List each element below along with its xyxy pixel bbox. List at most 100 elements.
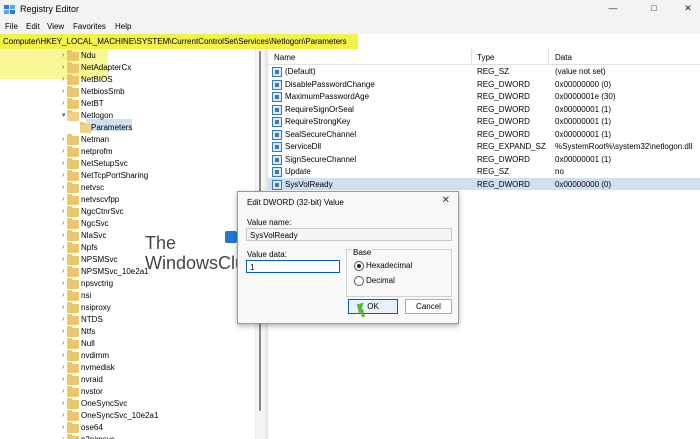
folder-icon bbox=[67, 386, 79, 397]
column-name[interactable]: Name bbox=[274, 53, 295, 62]
value-data: 0x00000001 (1) bbox=[555, 104, 612, 114]
tree-item-nsi[interactable]: › nsi bbox=[0, 290, 255, 302]
tree-item-ngcsvc[interactable]: › NgcSvc bbox=[0, 218, 255, 230]
value-type: REG_EXPAND_SZ bbox=[477, 142, 546, 151]
menu-favorites[interactable]: Favorites bbox=[73, 22, 106, 31]
tree-item-netman[interactable]: › Netman bbox=[0, 134, 255, 146]
tree-item-label: OneSyncSvc bbox=[81, 399, 128, 408]
tree-item-ose64[interactable]: › ose64 bbox=[0, 422, 255, 434]
folder-icon bbox=[67, 326, 79, 337]
menu-view[interactable]: View bbox=[47, 22, 64, 31]
address-bar[interactable]: Computer\HKEY_LOCAL_MACHINE\SYSTEM\Curre… bbox=[0, 34, 700, 50]
tree-item-label: nsi bbox=[81, 291, 92, 300]
close-button[interactable]: ✕ bbox=[681, 3, 695, 15]
tree-item-nvmedisk[interactable]: › nvmedisk bbox=[0, 362, 255, 374]
tree-item-ndu[interactable]: › Ndu bbox=[0, 50, 255, 62]
value-row[interactable]: SysVolReady REG_DWORD 0x00000000 (0) bbox=[268, 177, 700, 190]
folder-icon bbox=[67, 278, 79, 289]
title-bar: Registry Editor — □ ✕ bbox=[0, 0, 700, 19]
value-row[interactable]: DisablePasswordChange REG_DWORD 0x00000000… bbox=[268, 78, 700, 90]
folder-icon bbox=[67, 254, 79, 265]
folder-icon bbox=[67, 170, 79, 181]
value-row[interactable]: SealSecureChannel REG_DWORD 0x00000001 (1) bbox=[268, 128, 700, 140]
maximize-button[interactable]: □ bbox=[647, 3, 661, 15]
value-row[interactable]: (Default) REG_SZ (value not set) bbox=[268, 65, 700, 77]
folder-icon bbox=[67, 410, 79, 421]
value-row[interactable]: RequireSignOrSeal REG_DWORD 0x00000001 (1) bbox=[268, 103, 700, 115]
tree-item-netadaptercx[interactable]: › NetAdapterCx bbox=[0, 62, 255, 74]
tree-item-netbios[interactable]: › NetBIOS bbox=[0, 74, 255, 86]
tree-item-null[interactable]: › Null bbox=[0, 338, 255, 350]
menu-help[interactable]: Help bbox=[115, 22, 131, 31]
column-separator[interactable] bbox=[471, 49, 472, 64]
column-separator[interactable] bbox=[548, 49, 549, 64]
tree-item-label: nsiproxy bbox=[81, 303, 111, 312]
tree-item-parameters[interactable]: Parameters bbox=[0, 122, 255, 134]
tree-item-p2pimsvc[interactable]: ›p2pimsvc bbox=[0, 434, 255, 439]
minimize-button[interactable]: — bbox=[606, 3, 620, 15]
value-data-input[interactable]: 1 bbox=[246, 260, 340, 273]
value-row[interactable]: ServiceDll REG_EXPAND_SZ %SystemRoot%\syst… bbox=[268, 140, 700, 152]
tree-item-npsvctrig[interactable]: › npsvctrig bbox=[0, 278, 255, 290]
value-row[interactable]: Update REG_SZ no bbox=[268, 165, 700, 177]
tree-item-nvdimm[interactable]: › nvdimm bbox=[0, 350, 255, 362]
folder-icon bbox=[67, 194, 79, 205]
value-type: REG_DWORD bbox=[477, 104, 530, 114]
column-data[interactable]: Data bbox=[555, 53, 572, 62]
tree-item-netsetupsvc[interactable]: › NetSetupSvc bbox=[0, 158, 255, 170]
tree-item-netlogon[interactable]: ▾ Netlogon bbox=[0, 110, 255, 122]
tree-item-label: Null bbox=[81, 339, 95, 348]
tree-item-netbiossmb[interactable]: › NetbiosSmb bbox=[0, 86, 255, 98]
value-row[interactable]: SignSecureChannel REG_DWORD 0x00000001 (1) bbox=[268, 153, 700, 165]
value-row[interactable]: RequireStrongKey REG_DWORD 0x00000001 (1) bbox=[268, 115, 700, 127]
folder-icon bbox=[67, 314, 79, 325]
folder-icon bbox=[67, 86, 79, 97]
tree-item-netvscvfpp[interactable]: › netvscvfpp bbox=[0, 194, 255, 206]
ok-button[interactable]: OK bbox=[348, 299, 398, 314]
tree-item-label: NetbiosSmb bbox=[81, 87, 125, 96]
registry-editor-icon bbox=[4, 5, 15, 14]
folder-icon bbox=[67, 290, 79, 301]
menu-edit[interactable]: Edit bbox=[26, 22, 40, 31]
value-type: REG_DWORD bbox=[477, 117, 530, 126]
tree-item-nsiproxy[interactable]: › nsiproxy bbox=[0, 302, 255, 314]
tree-item-nettcpportsharing[interactable]: › NetTcpPortSharing bbox=[0, 170, 255, 182]
dword-value-icon bbox=[272, 154, 282, 165]
tree-item-netbt[interactable]: › NetBT bbox=[0, 98, 255, 110]
tree-item-label: ose64 bbox=[81, 423, 103, 432]
tree-item-ntfs[interactable]: › Ntfs bbox=[0, 326, 255, 338]
tree-item-label: NPSMSvc bbox=[81, 255, 118, 264]
tree-item-label: p2pimsvc bbox=[81, 435, 115, 439]
decimal-radio[interactable] bbox=[354, 276, 364, 286]
tree-item-label: NetBT bbox=[81, 99, 104, 108]
folder-icon bbox=[67, 74, 79, 85]
tree-item-onesyncsvc-10e2a1[interactable]: › OneSyncSvc_10e2a1 bbox=[0, 410, 255, 422]
tree-item-nvstor[interactable]: › nvstor bbox=[0, 386, 255, 398]
tree-item-netvsc[interactable]: › netvsc bbox=[0, 182, 255, 194]
tree-item-label: NetSetupSvc bbox=[81, 159, 128, 168]
folder-icon bbox=[67, 110, 79, 121]
value-data: 0x00000001 (1) bbox=[555, 117, 612, 126]
string-value-icon bbox=[272, 167, 282, 177]
value-type: REG_DWORD bbox=[477, 179, 530, 189]
tree-item-label: NTDS bbox=[81, 315, 103, 324]
value-name: ServiceDll bbox=[285, 142, 322, 151]
value-name: MaximumPasswordAge bbox=[285, 92, 370, 101]
column-type[interactable]: Type bbox=[477, 53, 494, 62]
value-row[interactable]: MaximumPasswordAge REG_DWORD 0x0000001e (3… bbox=[268, 90, 700, 102]
folder-icon bbox=[67, 98, 79, 109]
tree-item-ngcctnrsvc[interactable]: › NgcCtnrSvc bbox=[0, 206, 255, 218]
tree-item-netprofm[interactable]: › netprofm bbox=[0, 146, 255, 158]
cancel-button[interactable]: Cancel bbox=[405, 299, 452, 314]
dword-value-icon bbox=[272, 117, 282, 127]
dword-value-icon bbox=[272, 92, 282, 102]
menu-file[interactable]: File bbox=[5, 22, 18, 31]
folder-icon bbox=[67, 62, 79, 73]
dialog-close-icon[interactable]: ✕ bbox=[442, 195, 450, 206]
tree-item-onesyncsvc[interactable]: › OneSyncSvc bbox=[0, 398, 255, 410]
folder-icon bbox=[67, 362, 79, 373]
address-path[interactable]: Computer\HKEY_LOCAL_MACHINE\SYSTEM\Curre… bbox=[3, 37, 347, 46]
hexadecimal-radio[interactable] bbox=[354, 261, 364, 271]
tree-item-nvraid[interactable]: › nvraid bbox=[0, 374, 255, 386]
tree-item-ntds[interactable]: › NTDS bbox=[0, 314, 255, 326]
